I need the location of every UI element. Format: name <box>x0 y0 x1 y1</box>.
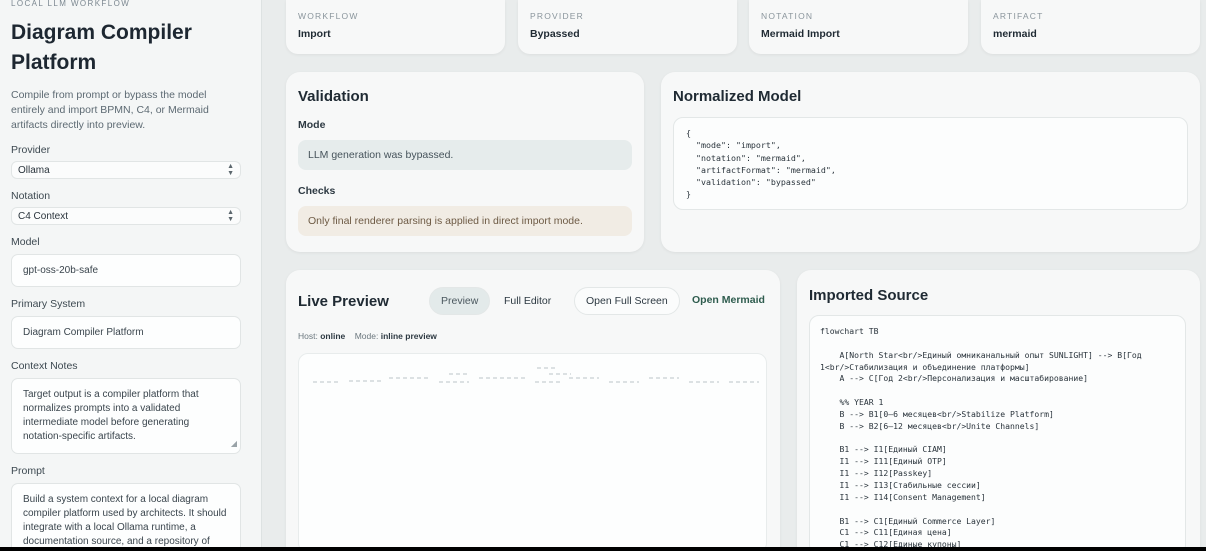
validation-title: Validation <box>298 88 369 105</box>
validation-checks-message: Only final renderer parsing is applied i… <box>298 206 632 236</box>
prompt-value: Build a system context for a local diagr… <box>23 494 227 547</box>
preview-meta: Host: online Mode: inline preview <box>298 331 437 341</box>
stat-provider: PROVIDER Bypassed <box>518 0 737 54</box>
sidebar-eyebrow: LOCAL LLM WORKFLOW <box>11 0 131 8</box>
imported-source-code: flowchart TB A[North Star<br/>Единый омн… <box>820 326 1142 550</box>
stat-value: Mermaid Import <box>761 28 840 40</box>
validation-card: Validation Mode LLM generation was bypas… <box>286 72 644 252</box>
primary-system-label: Primary System <box>11 298 86 310</box>
stat-workflow: WORKFLOW Import <box>286 0 505 54</box>
stat-value: mermaid <box>993 28 1037 40</box>
stat-key: WORKFLOW <box>298 11 359 21</box>
app-description: Compile from prompt or bypass the model … <box>11 89 209 131</box>
provider-value: Ollama <box>18 164 50 176</box>
primary-system-value: Diagram Compiler Platform <box>23 327 144 338</box>
open-mermaid-link[interactable]: Open Mermaid <box>692 294 765 306</box>
mode-label: Mode: <box>354 331 379 341</box>
validation-mode-message: LLM generation was bypassed. <box>298 140 632 170</box>
validation-checks-label: Checks <box>298 185 336 197</box>
normalized-model-code: { "mode": "import", "notation": "mermaid… <box>686 128 836 200</box>
prompt-label: Prompt <box>11 465 45 477</box>
stat-key: PROVIDER <box>530 11 584 21</box>
context-notes-label: Context Notes <box>11 360 78 372</box>
app-title-line2: Platform <box>11 51 97 74</box>
preview-button[interactable]: Preview <box>429 287 491 315</box>
select-chevron-icon: ▲ ▼ <box>227 209 234 223</box>
live-preview-card: Live Preview Preview Full Editor Open Fu… <box>286 270 780 551</box>
stat-notation: NOTATION Mermaid Import <box>749 0 968 54</box>
validation-mode-label: Mode <box>298 119 326 131</box>
sidebar: LOCAL LLM WORKFLOW Diagram Compiler Plat… <box>0 0 262 547</box>
host-label: Host: <box>298 331 318 341</box>
stat-key: NOTATION <box>761 11 814 21</box>
imported-source-code-box: flowchart TB A[North Star<br/>Единый омн… <box>809 315 1186 551</box>
stat-value: Import <box>298 28 331 40</box>
model-input[interactable]: gpt-oss-20b-safe <box>11 254 241 287</box>
normalized-model-card: Normalized Model { "mode": "import", "no… <box>661 72 1200 252</box>
notation-select[interactable]: C4 Context ▲ ▼ <box>11 207 241 225</box>
notation-value: C4 Context <box>18 210 69 222</box>
mode-value: inline preview <box>380 331 437 341</box>
model-value: gpt-oss-20b-safe <box>23 265 99 276</box>
normalized-model-title: Normalized Model <box>673 88 802 105</box>
imported-source-title: Imported Source <box>809 287 929 304</box>
context-notes-value: Target output is a compiler platform tha… <box>23 389 199 442</box>
stat-key: ARTIFACT <box>993 11 1044 21</box>
model-label: Model <box>11 236 40 248</box>
select-chevron-icon: ▲ ▼ <box>227 163 234 177</box>
context-notes-textarea[interactable]: Target output is a compiler platform tha… <box>11 378 241 454</box>
app-title: Diagram Compiler Platform <box>11 18 241 78</box>
preview-diagram-thumbnail <box>313 367 759 383</box>
resize-grip-icon[interactable]: ◢ <box>231 437 237 451</box>
notation-label: Notation <box>11 190 51 202</box>
stat-artifact: ARTIFACT mermaid <box>981 0 1200 54</box>
host-value: online <box>320 331 346 341</box>
normalized-model-code-box: { "mode": "import", "notation": "mermaid… <box>673 117 1188 210</box>
app-title-line1: Diagram Compiler <box>11 21 192 44</box>
provider-label: Provider <box>11 144 51 156</box>
primary-system-input[interactable]: Diagram Compiler Platform <box>11 316 241 349</box>
live-preview-title: Live Preview <box>298 293 389 310</box>
stat-value: Bypassed <box>530 28 580 40</box>
imported-source-card: Imported Source flowchart TB A[North Sta… <box>797 270 1200 551</box>
full-editor-button[interactable]: Full Editor <box>493 287 562 315</box>
bottom-edge-bar <box>0 547 1206 551</box>
provider-select[interactable]: Ollama ▲ ▼ <box>11 161 241 179</box>
preview-canvas[interactable] <box>298 353 767 551</box>
prompt-textarea[interactable]: Build a system context for a local diagr… <box>11 483 241 547</box>
open-full-screen-button[interactable]: Open Full Screen <box>574 287 680 315</box>
